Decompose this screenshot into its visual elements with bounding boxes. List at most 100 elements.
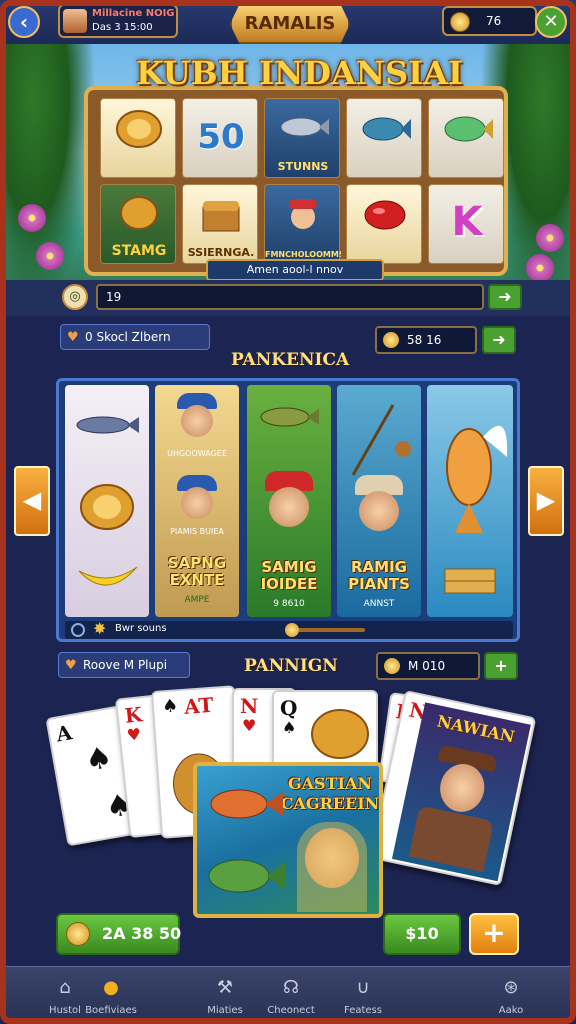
fish-icon bbox=[260, 407, 319, 427]
plus-icon: + bbox=[494, 656, 508, 675]
reel-cell-number: 50 bbox=[182, 98, 258, 178]
tools-icon: ⚒ bbox=[216, 977, 234, 998]
section1-pill-label: 0 Skocl Zlbern bbox=[85, 330, 171, 344]
game-tile-sapng[interactable]: UHGOOWAGEE PIAMIS BUIEA SAPNG EXNTE AMPE bbox=[155, 385, 239, 617]
game-tile-fruits[interactable] bbox=[65, 385, 149, 617]
add-bet-button[interactable]: + bbox=[469, 913, 519, 955]
game-carousel[interactable]: UHGOOWAGEE PIAMIS BUIEA SAPNG EXNTE AMPE… bbox=[56, 378, 520, 642]
game-tile-ramig[interactable]: RAMIG PIANTS ANNST bbox=[337, 385, 421, 617]
reel-cell-fish bbox=[346, 98, 422, 178]
hero-title: KUBH INDANSIAI bbox=[136, 54, 463, 92]
balance-button[interactable]: 2A 38 50 bbox=[56, 913, 181, 955]
avatar bbox=[63, 9, 87, 33]
featured-game-title: GASTIAN CAGREEIN bbox=[280, 774, 380, 813]
character-hair bbox=[297, 822, 367, 912]
carousel-prev-button[interactable]: ◀ bbox=[14, 466, 50, 536]
game-tile-flying-fish[interactable] bbox=[427, 385, 513, 617]
bottom-nav: ⌂ Hustol ● Boefiviaes ⚒ Miaties ☊ Cheone… bbox=[6, 966, 570, 1018]
heart-suit-icon: ♥ bbox=[125, 724, 143, 745]
chevron-right-icon: ▶ bbox=[536, 486, 556, 514]
hero-banner: 50 STUNNS STAMG SSIERNGA. FMNCHOLOOMMS K bbox=[6, 44, 570, 312]
flower-icon bbox=[536, 224, 564, 252]
back-button[interactable]: ‹ bbox=[8, 6, 40, 38]
fish-icon bbox=[210, 789, 283, 819]
tile-subtitle: AMPE bbox=[184, 595, 210, 605]
heart-icon: ♥ bbox=[65, 658, 77, 673]
chevron-left-icon: ◀ bbox=[22, 486, 42, 514]
section2-coins: M 010 bbox=[408, 659, 446, 673]
brand-logo: RAMALIS bbox=[230, 4, 350, 44]
carousel-footer-label: Bwr souns bbox=[115, 623, 167, 634]
search-input[interactable]: 19 bbox=[96, 284, 484, 310]
search-go-button[interactable]: ➜ bbox=[488, 284, 522, 310]
star-icon: ✸ bbox=[93, 619, 107, 638]
slot-reels[interactable]: 50 STUNNS STAMG SSIERNGA. FMNCHOLOOMMS K bbox=[84, 86, 508, 276]
section1-go-button[interactable]: ➜ bbox=[482, 326, 516, 354]
hero-subtitle-banner[interactable]: Amen aool-l nnov bbox=[206, 259, 384, 281]
gold-coin-icon bbox=[116, 110, 162, 148]
gold-coin-icon bbox=[311, 709, 369, 759]
character-face bbox=[181, 405, 213, 437]
reel-cell-fish bbox=[428, 98, 504, 178]
fish-icon bbox=[76, 416, 139, 434]
nav-item-features[interactable]: ∪ Featess bbox=[318, 967, 408, 1019]
flower-icon bbox=[18, 204, 46, 232]
carousel-slider-track[interactable] bbox=[289, 628, 365, 632]
fish-icon bbox=[444, 116, 493, 142]
card-rank: AT bbox=[183, 692, 215, 719]
close-button[interactable]: ✕ bbox=[535, 6, 567, 38]
section2-pill-label: Roove M Plupi bbox=[83, 658, 168, 672]
carousel-footer: ✸ Bwr souns bbox=[65, 619, 513, 639]
section2-filter-pill[interactable]: ♥ Roove M Plupi bbox=[58, 652, 190, 678]
coin-value: 76 bbox=[486, 14, 502, 28]
tile-subtitle: 9 8610 bbox=[273, 599, 305, 609]
settings-icon: ⊛ bbox=[503, 977, 519, 998]
close-icon: ✕ bbox=[543, 11, 559, 32]
shield-icon: ∪ bbox=[356, 977, 370, 998]
character-face bbox=[181, 487, 213, 519]
reel-letter: K bbox=[451, 199, 483, 245]
flower-icon bbox=[526, 254, 554, 282]
tile-top-label: UHGOOWAGEE bbox=[167, 449, 227, 458]
reel-cell-coin bbox=[100, 98, 176, 178]
magnifier-icon[interactable] bbox=[71, 623, 85, 637]
reel-label: STAMG bbox=[111, 243, 167, 259]
reel-cell-coin: STAMG bbox=[100, 184, 176, 264]
search-bar: ◎ 19 ➜ bbox=[6, 280, 570, 316]
fish-icon bbox=[362, 117, 411, 141]
playing-card[interactable]: Q ♠ bbox=[272, 690, 378, 770]
tile-title: SAMIG IOIDEE bbox=[260, 558, 318, 593]
character-face bbox=[269, 487, 309, 527]
gold-bars-icon bbox=[444, 568, 496, 594]
nav-item-rewards[interactable]: ● Boefiviaes bbox=[66, 967, 156, 1019]
tile-subtitle: ANNST bbox=[363, 599, 395, 609]
search-icon[interactable]: ◎ bbox=[62, 284, 88, 310]
nav-label: Aako bbox=[498, 1005, 524, 1016]
bet-button[interactable]: $10 bbox=[383, 913, 461, 955]
coin-stack-icon bbox=[120, 196, 158, 230]
reel-label: STUNNS bbox=[277, 160, 329, 173]
section2-add-button[interactable]: + bbox=[484, 652, 518, 680]
spade-icon: ♠ bbox=[282, 718, 297, 737]
reel-cell-letter: K bbox=[428, 184, 504, 264]
reel-label: SSIERNGA. bbox=[187, 246, 255, 259]
carousel-next-button[interactable]: ▶ bbox=[528, 466, 564, 536]
section1-title: PANKENICA bbox=[231, 350, 350, 370]
character-face bbox=[359, 491, 399, 531]
card-rank: Q bbox=[280, 696, 298, 720]
tile-title: SAPNG EXNTE bbox=[167, 554, 227, 589]
reel-number: 50 bbox=[197, 117, 245, 157]
profile-card[interactable]: Millacine NOIG Das 3 15:00 bbox=[58, 4, 178, 38]
section1-coin-box[interactable]: 58 16 bbox=[375, 326, 477, 354]
coin-balance[interactable]: 76 bbox=[442, 6, 537, 36]
carousel-slider-thumb[interactable] bbox=[285, 623, 299, 637]
section1-filter-pill[interactable]: ♥ 0 Skocl Zlbern bbox=[60, 324, 210, 350]
game-tile-samig[interactable]: SAMIG IOIDEE 9 8610 bbox=[247, 385, 331, 617]
nav-item-settings[interactable]: ⊛ Aako bbox=[466, 967, 556, 1019]
gold-coin-icon bbox=[80, 484, 134, 530]
section2-coin-box[interactable]: M 010 bbox=[376, 652, 480, 680]
featured-game-card[interactable]: GASTIAN CAGREEIN bbox=[193, 762, 383, 918]
reel-label: FMNCHOLOOMMS bbox=[265, 250, 341, 259]
tile-mid-label: PIAMIS BUIEA bbox=[170, 527, 224, 536]
profile-time: Das 3 15:00 bbox=[92, 22, 153, 33]
